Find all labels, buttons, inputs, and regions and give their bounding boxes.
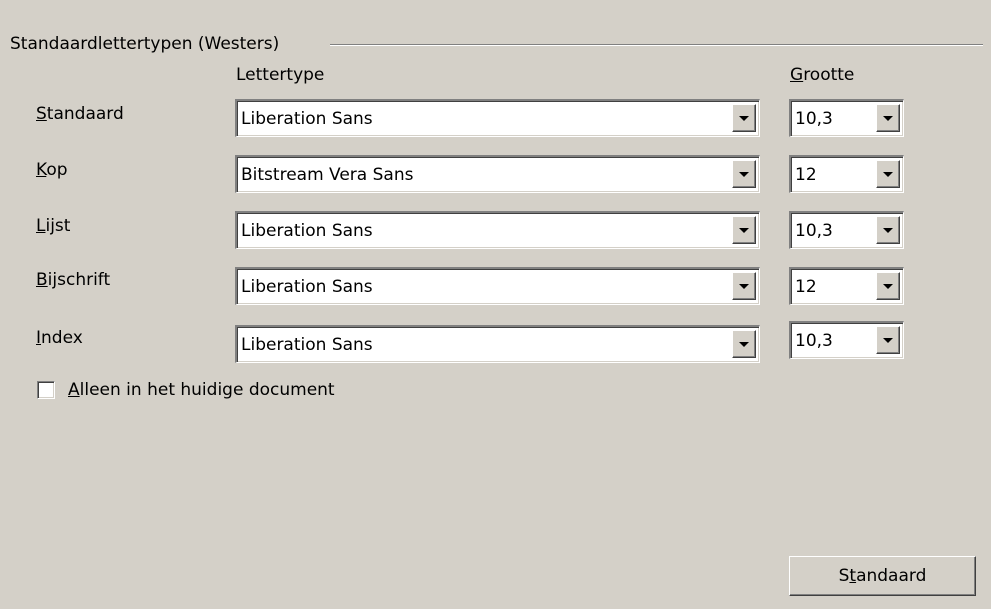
font-select-value: Bitstream Vera Sans — [241, 165, 414, 185]
size-select-value: 10,3 — [795, 331, 833, 351]
size-select-index[interactable]: 10,3 — [789, 321, 904, 359]
label-mnemonic: K — [36, 160, 47, 180]
label-bijschrift: Bijschrift — [36, 270, 110, 290]
font-select-value: Liberation Sans — [241, 221, 373, 241]
size-select-standaard[interactable]: 10,3 — [789, 99, 904, 137]
label-rest: tandaard — [46, 104, 124, 124]
font-select-value: Liberation Sans — [241, 277, 373, 297]
label-index: Index — [36, 328, 83, 348]
label-mnemonic: B — [36, 270, 48, 290]
font-select-value: Liberation Sans — [241, 109, 373, 129]
size-select-value: 12 — [795, 277, 817, 297]
default-button[interactable]: St andaard — [789, 556, 976, 596]
default-button-mnemonic: t — [849, 566, 857, 586]
chevron-down-icon — [883, 338, 893, 343]
size-header-mnemonic: G — [790, 65, 804, 85]
font-select-lijst[interactable]: Liberation Sans — [235, 211, 760, 249]
size-dropdown-button[interactable] — [876, 326, 900, 354]
label-lijst: Lijst — [36, 216, 70, 236]
font-column-header: Lettertype — [236, 65, 325, 85]
chevron-down-icon — [883, 116, 893, 121]
chevron-down-icon — [739, 284, 749, 289]
label-mnemonic: S — [36, 104, 47, 124]
checkbox-label-mnemonic: A — [68, 380, 80, 400]
size-dropdown-button[interactable] — [876, 272, 900, 300]
font-select-bijschrift[interactable]: Liberation Sans — [235, 267, 760, 305]
chevron-down-icon — [883, 284, 893, 289]
size-dropdown-button[interactable] — [876, 160, 900, 188]
size-header-rest: rootte — [803, 65, 855, 85]
default-button-label-start: S — [838, 566, 850, 586]
chevron-down-icon — [883, 228, 893, 233]
chevron-down-icon — [883, 172, 893, 177]
label-rest: ndex — [41, 328, 83, 348]
current-document-only-label[interactable]: Alleen in het huidige document — [68, 380, 335, 400]
current-document-only-checkbox[interactable] — [37, 381, 55, 399]
checkbox-label-rest: lleen in het huidige document — [79, 380, 335, 400]
size-dropdown-button[interactable] — [876, 104, 900, 132]
font-select-index[interactable]: Liberation Sans — [235, 325, 760, 363]
label-rest: op — [46, 160, 68, 180]
chevron-down-icon — [739, 172, 749, 177]
font-dropdown-button[interactable] — [732, 160, 756, 188]
chevron-down-icon — [739, 228, 749, 233]
label-standaard: Standaard — [36, 104, 124, 124]
size-dropdown-button[interactable] — [876, 216, 900, 244]
default-button-label-end: andaard — [856, 566, 927, 586]
font-dropdown-button[interactable] — [732, 330, 756, 358]
chevron-down-icon — [739, 116, 749, 121]
size-select-value: 12 — [795, 165, 817, 185]
font-select-value: Liberation Sans — [241, 335, 373, 355]
group-title: Standaardlettertypen (Westers) — [10, 34, 288, 54]
font-dropdown-button[interactable] — [732, 104, 756, 132]
font-dropdown-button[interactable] — [732, 272, 756, 300]
size-select-bijschrift[interactable]: 12 — [789, 267, 904, 305]
font-dropdown-button[interactable] — [732, 216, 756, 244]
label-rest: ijschrift — [47, 270, 111, 290]
size-select-kop[interactable]: 12 — [789, 155, 904, 193]
size-column-header: Grootte — [790, 65, 854, 85]
chevron-down-icon — [739, 342, 749, 347]
size-select-value: 10,3 — [795, 109, 833, 129]
size-select-lijst[interactable]: 10,3 — [789, 211, 904, 249]
size-select-value: 10,3 — [795, 221, 833, 241]
group-divider — [330, 44, 983, 46]
font-select-kop[interactable]: Bitstream Vera Sans — [235, 155, 760, 193]
label-rest: ijst — [45, 216, 71, 236]
font-select-standaard[interactable]: Liberation Sans — [235, 99, 760, 137]
label-kop: Kop — [36, 160, 68, 180]
